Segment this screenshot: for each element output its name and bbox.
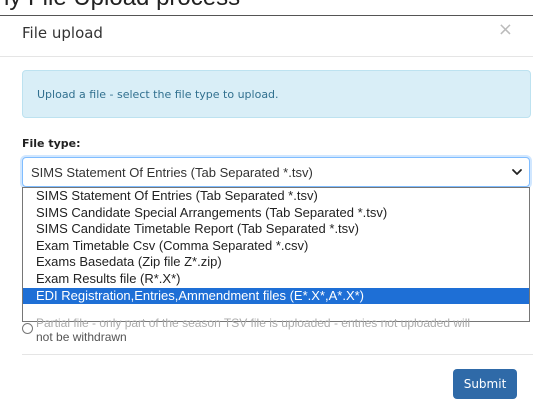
background-heading: ly File Upload process	[4, 0, 240, 12]
chevron-down-icon	[512, 169, 522, 175]
radio-button[interactable]	[22, 323, 33, 334]
background-heading-underline	[0, 15, 533, 16]
file-type-option[interactable]: SIMS Candidate Timetable Report (Tab Sep…	[23, 221, 529, 238]
file-type-options-list: SIMS Statement Of Entries (Tab Separated…	[22, 187, 530, 322]
info-alert: Upload a file - select the file type to …	[22, 70, 531, 118]
file-type-option[interactable]: EDI Registration,Entries,Ammendment file…	[23, 287, 529, 305]
file-type-option[interactable]: Exam Results file (R*.X*)	[23, 271, 529, 288]
file-type-label: File type:	[22, 137, 81, 150]
file-type-option[interactable]: SIMS Statement Of Entries (Tab Separated…	[23, 188, 529, 205]
modal-title: File upload	[22, 24, 103, 42]
partial-file-label: Partial file - only part of the season T…	[36, 316, 471, 330]
modal-header-divider	[0, 56, 533, 57]
file-type-option[interactable]: Exams Basedata (Zip file Z*.zip)	[23, 254, 529, 271]
partial-file-label-continued: not be withdrawn	[36, 330, 127, 344]
page: ly File Upload process File upload × Upl…	[0, 0, 533, 401]
submit-button[interactable]: Submit	[453, 369, 517, 399]
file-type-select[interactable]: SIMS Statement Of Entries (Tab Separated…	[22, 157, 530, 187]
info-alert-text: Upload a file - select the file type to …	[37, 87, 279, 101]
file-type-option[interactable]: Exam Timetable Csv (Comma Separated *.cs…	[23, 238, 529, 255]
file-type-option[interactable]: SIMS Candidate Special Arrangements (Tab…	[23, 205, 529, 222]
file-type-selected-value: SIMS Statement Of Entries (Tab Separated…	[31, 164, 313, 180]
modal-footer-divider	[22, 354, 533, 355]
close-icon[interactable]: ×	[498, 20, 513, 40]
